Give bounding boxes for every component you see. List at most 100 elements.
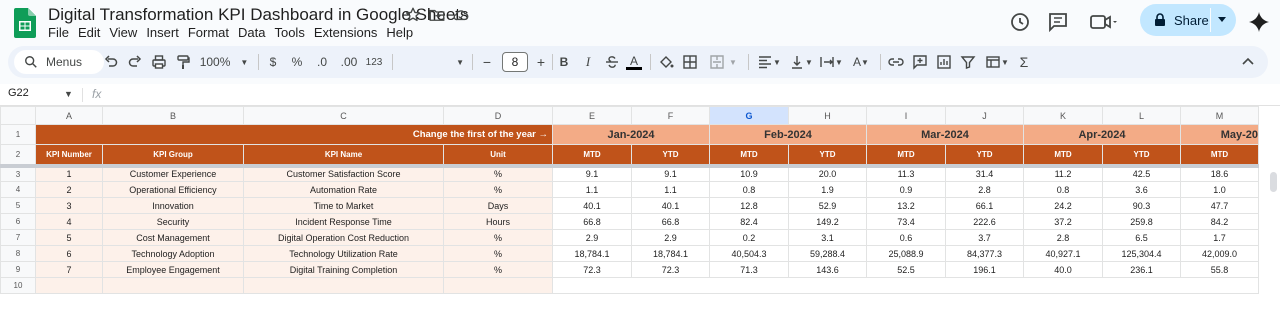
merge-cells-icon[interactable]: ▼ <box>706 53 740 71</box>
row-header[interactable]: 7 <box>0 229 36 246</box>
increase-font-size-button[interactable]: + <box>534 53 548 71</box>
col-header-d[interactable]: D <box>443 106 553 125</box>
decrease-font-size-button[interactable]: − <box>480 53 494 71</box>
mtd-value-cell[interactable]: 2.9 <box>552 229 632 246</box>
kpi-name-cell[interactable]: Time to Market <box>243 197 444 214</box>
kpi-number-cell[interactable]: 2 <box>35 181 103 198</box>
col-header-k[interactable]: K <box>1023 106 1103 125</box>
mtd-value-cell[interactable]: 82.4 <box>709 213 789 230</box>
mtd-value-cell[interactable]: 1.0 <box>1180 181 1259 198</box>
kpi-group-cell[interactable]: Employee Engagement <box>102 261 244 278</box>
unit-cell[interactable]: % <box>443 181 553 198</box>
mtd-header[interactable]: MTD <box>1180 144 1259 168</box>
strikethrough-icon[interactable] <box>604 53 620 71</box>
kpi-number-cell[interactable]: 5 <box>35 229 103 246</box>
row-header[interactable]: 10 <box>0 277 36 294</box>
mtd-value-cell[interactable]: 84.2 <box>1180 213 1259 230</box>
kpi-number-cell[interactable]: 7 <box>35 261 103 278</box>
empty-cell[interactable] <box>243 277 444 294</box>
insert-comment-icon[interactable] <box>912 53 928 71</box>
spreadsheet-grid[interactable]: A B C D E F G H I J K L M 1 Change the f… <box>0 106 1280 310</box>
ytd-value-cell[interactable]: 42.5 <box>1102 165 1181 182</box>
meet-icon[interactable] <box>1088 10 1118 34</box>
column-title-unit[interactable]: Unit <box>443 144 553 168</box>
col-header-b[interactable]: B <box>102 106 244 125</box>
mtd-value-cell[interactable]: 40,504.3 <box>709 245 789 262</box>
ytd-value-cell[interactable]: 2.8 <box>945 181 1024 198</box>
col-header-l[interactable]: L <box>1102 106 1181 125</box>
ytd-value-cell[interactable]: 236.1 <box>1102 261 1181 278</box>
text-color-button[interactable]: A <box>626 53 642 71</box>
ytd-value-cell[interactable]: 259.8 <box>1102 213 1181 230</box>
kpi-name-cell[interactable]: Automation Rate <box>243 181 444 198</box>
chevron-down-icon[interactable]: ▼ <box>64 89 73 99</box>
empty-cell[interactable] <box>443 277 553 294</box>
ytd-value-cell[interactable]: 18,784.1 <box>631 245 710 262</box>
ytd-value-cell[interactable]: 125,304.4 <box>1102 245 1181 262</box>
mtd-value-cell[interactable]: 18,784.1 <box>552 245 632 262</box>
col-header-f[interactable]: F <box>631 106 710 125</box>
mtd-value-cell[interactable]: 40.0 <box>1023 261 1103 278</box>
ytd-value-cell[interactable]: 66.8 <box>631 213 710 230</box>
kpi-number-cell[interactable]: 3 <box>35 197 103 214</box>
ytd-value-cell[interactable]: 3.6 <box>1102 181 1181 198</box>
empty-cell[interactable] <box>35 277 103 294</box>
mtd-value-cell[interactable]: 18.6 <box>1180 165 1259 182</box>
unit-cell[interactable]: Hours <box>443 213 553 230</box>
insert-chart-icon[interactable] <box>936 53 952 71</box>
kpi-number-cell[interactable]: 4 <box>35 213 103 230</box>
kpi-name-cell[interactable]: Digital Operation Cost Reduction <box>243 229 444 246</box>
mtd-value-cell[interactable]: 0.6 <box>866 229 946 246</box>
kpi-group-cell[interactable]: Technology Adoption <box>102 245 244 262</box>
row-header[interactable]: 8 <box>0 245 36 262</box>
move-folder-icon[interactable] <box>428 6 446 24</box>
row-header[interactable]: 6 <box>0 213 36 230</box>
column-title-kpi-group[interactable]: KPI Group <box>102 144 244 168</box>
mtd-value-cell[interactable]: 12.8 <box>709 197 789 214</box>
kpi-name-cell[interactable]: Technology Utilization Rate <box>243 245 444 262</box>
col-header-a[interactable]: A <box>35 106 103 125</box>
mtd-value-cell[interactable]: 52.5 <box>866 261 946 278</box>
font-size-input[interactable]: 8 <box>502 52 528 72</box>
ytd-value-cell[interactable]: 222.6 <box>945 213 1024 230</box>
mtd-value-cell[interactable]: 0.8 <box>709 181 789 198</box>
mtd-value-cell[interactable]: 10.9 <box>709 165 789 182</box>
month-header[interactable]: Jan-2024 <box>552 124 710 145</box>
ytd-value-cell[interactable]: 3.1 <box>788 229 867 246</box>
month-header[interactable]: Mar-2024 <box>866 124 1024 145</box>
mtd-value-cell[interactable]: 9.1 <box>552 165 632 182</box>
kpi-number-cell[interactable]: 6 <box>35 245 103 262</box>
history-icon[interactable] <box>1008 10 1032 34</box>
share-dropdown-icon[interactable] <box>1218 17 1226 23</box>
ytd-value-cell[interactable]: 72.3 <box>631 261 710 278</box>
currency-format-button[interactable]: $ <box>266 53 280 71</box>
row-header[interactable]: 5 <box>0 197 36 214</box>
menu-file[interactable]: File <box>48 25 76 40</box>
col-header-m[interactable]: M <box>1180 106 1259 125</box>
paint-format-icon[interactable] <box>174 53 192 71</box>
vertical-align-icon[interactable]: ▼ <box>788 53 814 71</box>
mtd-value-cell[interactable]: 55.8 <box>1180 261 1259 278</box>
decrease-decimal-button[interactable]: .0 <box>312 53 332 71</box>
unit-cell[interactable]: % <box>443 229 553 246</box>
ytd-header[interactable]: YTD <box>945 144 1024 168</box>
cloud-saved-icon[interactable] <box>452 6 470 24</box>
insert-link-icon[interactable] <box>888 53 904 71</box>
mtd-value-cell[interactable]: 2.8 <box>1023 229 1103 246</box>
ytd-value-cell[interactable]: 66.1 <box>945 197 1024 214</box>
collapse-toolbar-icon[interactable] <box>1240 53 1256 71</box>
italic-button[interactable]: I <box>580 53 596 71</box>
row-header[interactable]: 4 <box>0 181 36 198</box>
menu-help[interactable]: Help <box>386 25 420 40</box>
mtd-value-cell[interactable]: 71.3 <box>709 261 789 278</box>
unit-cell[interactable]: % <box>443 245 553 262</box>
mtd-value-cell[interactable]: 0.2 <box>709 229 789 246</box>
mtd-header[interactable]: MTD <box>866 144 946 168</box>
kpi-group-cell[interactable]: Cost Management <box>102 229 244 246</box>
mtd-value-cell[interactable]: 40,927.1 <box>1023 245 1103 262</box>
mtd-value-cell[interactable]: 37.2 <box>1023 213 1103 230</box>
filter-icon[interactable] <box>960 53 976 71</box>
menu-format[interactable]: Format <box>188 25 236 40</box>
kpi-group-cell[interactable]: Operational Efficiency <box>102 181 244 198</box>
text-rotation-icon[interactable]: A ▼ <box>848 53 874 71</box>
